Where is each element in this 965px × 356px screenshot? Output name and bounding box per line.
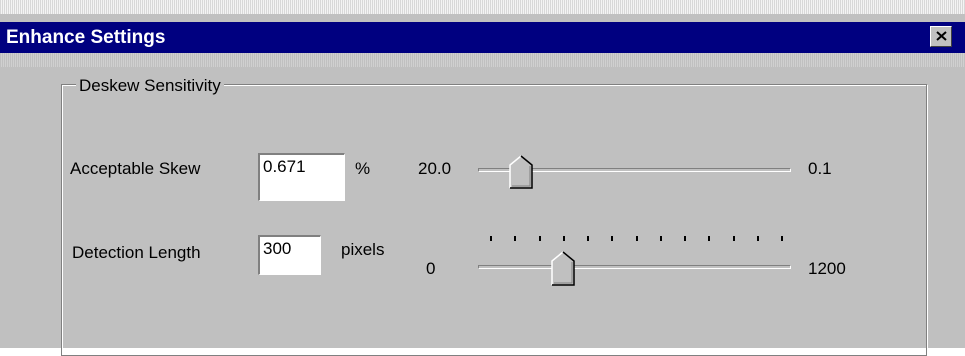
close-button[interactable]	[930, 26, 952, 47]
group-label: Deskew Sensitivity	[76, 76, 224, 96]
slider-tick	[562, 236, 565, 241]
detection-slider-min-label: 0	[426, 259, 436, 278]
window-title: Enhance Settings	[6, 27, 166, 48]
close-icon	[936, 31, 947, 41]
slider-tick	[635, 236, 638, 241]
detection-slider-thumb[interactable]	[551, 251, 575, 286]
slider-tick	[781, 236, 783, 241]
acceptable-skew-label: Acceptable Skew	[70, 159, 201, 178]
detection-length-input[interactable]: 300	[258, 235, 321, 275]
detection-slider-track[interactable]	[478, 265, 791, 269]
slider-tick	[587, 236, 589, 241]
title-bar[interactable]: Enhance Settings	[0, 22, 965, 53]
skew-slider-min-label: 20.0	[418, 159, 452, 178]
title-shadow-strip	[0, 53, 965, 67]
slider-tick	[684, 236, 686, 241]
detection-unit-label: pixels	[341, 240, 385, 259]
deskew-sensitivity-group	[61, 84, 927, 356]
detection-slider-max-label: 1200	[808, 259, 846, 278]
detection-length-label: Detection Length	[72, 243, 201, 262]
slider-tick	[756, 236, 759, 241]
slider-tick	[708, 236, 711, 241]
acceptable-skew-input[interactable]: 0.671	[258, 153, 345, 201]
slider-tick	[514, 236, 517, 241]
skew-unit-label: %	[355, 159, 371, 178]
slider-tick	[659, 236, 662, 241]
background-strip	[0, 0, 965, 14]
slider-tick	[732, 236, 735, 241]
slider-tick	[490, 236, 492, 241]
skew-slider-thumb[interactable]	[509, 155, 533, 189]
slider-tick	[611, 236, 614, 241]
slider-tick	[538, 236, 541, 241]
skew-slider-max-label: 0.1	[808, 159, 832, 178]
